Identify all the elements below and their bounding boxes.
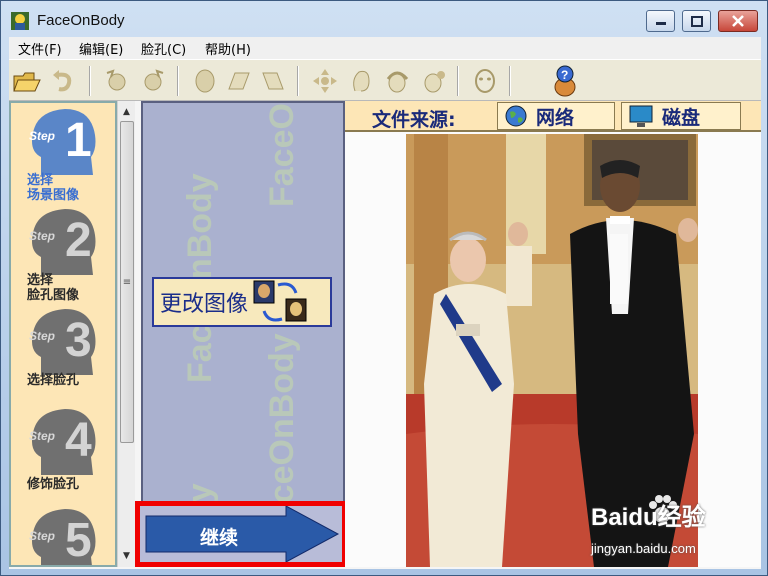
continue-highlight: 继续 — [135, 501, 347, 567]
maximize-button[interactable] — [682, 10, 711, 32]
network-label: 网络 — [536, 106, 575, 129]
disk-label: 磁盘 — [662, 106, 701, 129]
step-word: Step — [29, 529, 56, 543]
toolbar-separator — [509, 66, 511, 96]
face-icon[interactable] — [189, 64, 221, 98]
globe-icon — [505, 105, 527, 127]
step-number: 3 — [65, 314, 92, 367]
file-source-label: 文件来源: — [372, 109, 456, 131]
skew-left-icon[interactable] — [223, 64, 255, 98]
step-label: 修饰脸孔 — [27, 477, 80, 492]
menu-face[interactable]: 脸孔(C) — [141, 39, 186, 58]
disk-source-button[interactable]: 磁盘 — [621, 102, 741, 130]
step-4-retouch-face[interactable]: Step 4 修饰脸孔 — [15, 405, 115, 501]
menu-edit[interactable]: 编辑(E) — [79, 39, 123, 58]
watermark-text: FaceOnBody — [263, 101, 301, 207]
step-word: Step — [29, 329, 56, 343]
baidu-brand: Baidu经验 — [591, 504, 706, 531]
step-3-pick-face[interactable]: Step 3 选择脸孔 — [15, 305, 115, 401]
minimize-button[interactable] — [646, 10, 675, 32]
step-number: 5 — [65, 514, 92, 567]
step-label: 选择 场景图像 — [27, 173, 80, 203]
move-icon[interactable] — [309, 64, 341, 98]
face-outline-icon[interactable] — [345, 64, 377, 98]
swap-images-icon — [253, 280, 307, 322]
steps-panel: Step 1 选择 场景图像 Step 2 选择 脸孔图像 Step 3 选择脸… — [9, 101, 117, 567]
step-number: 4 — [65, 414, 92, 467]
step-word: Step — [29, 229, 56, 243]
faceonbody-app-icon — [10, 11, 30, 31]
face-hair-icon[interactable] — [381, 64, 413, 98]
scroll-down-arrow[interactable]: ▼ — [118, 547, 135, 564]
face-hair-bun-icon[interactable] — [417, 64, 449, 98]
change-image-label: 更改图像 — [160, 292, 249, 317]
close-button[interactable] — [718, 10, 758, 32]
undo-icon[interactable] — [47, 64, 79, 98]
file-source-bar: 文件来源: 网络 磁盘 — [345, 101, 761, 132]
help-icon[interactable]: ? — [549, 64, 581, 98]
scroll-thumb[interactable]: ≡ — [120, 121, 134, 443]
step-number: 1 — [65, 114, 92, 167]
app-window: FaceOnBody 文件(F) 编辑(E) 脸孔(C) 帮助(H) ? Ste… — [0, 0, 768, 576]
steps-scrollbar[interactable]: ▲ ≡ ▼ — [117, 101, 135, 567]
toolbar-separator — [457, 66, 459, 96]
step-2-select-face[interactable]: Step 2 选择 脸孔图像 — [15, 205, 115, 303]
step-number: 2 — [65, 214, 92, 267]
baidu-url: jingyan.baidu.com — [591, 541, 696, 556]
monitor-icon — [629, 105, 653, 127]
toolbar-separator — [89, 66, 91, 96]
minimize-icon — [655, 22, 666, 25]
rotate-right-icon[interactable] — [137, 64, 169, 98]
scroll-up-arrow[interactable]: ▲ — [118, 103, 135, 120]
face-mask-icon[interactable] — [469, 64, 501, 98]
open-folder-icon[interactable] — [11, 64, 43, 98]
rotate-left-icon[interactable] — [101, 64, 133, 98]
menu-bar: 文件(F) 编辑(E) 脸孔(C) 帮助(H) — [9, 37, 761, 59]
skew-right-icon[interactable] — [257, 64, 289, 98]
close-icon — [732, 15, 744, 27]
svg-text:?: ? — [561, 68, 568, 82]
step-label: 选择脸孔 — [27, 373, 80, 388]
menu-help[interactable]: 帮助(H) — [205, 39, 251, 58]
network-source-button[interactable]: 网络 — [497, 102, 615, 130]
change-image-button[interactable]: 更改图像 — [152, 277, 332, 327]
title-bar[interactable]: FaceOnBody — [1, 1, 767, 37]
baidu-watermark: Baidu经验 jingyan.baidu.com — [591, 489, 741, 569]
toolbar-separator — [297, 66, 299, 96]
middle-panel: FaceOnBody FaceOnBody FaceOnBody dy — [141, 101, 345, 567]
toolbar: ? — [9, 59, 761, 101]
step-word: Step — [29, 129, 56, 143]
continue-label: 继续 — [200, 527, 239, 549]
step-5[interactable]: Step 5 — [15, 505, 115, 567]
toolbar-separator — [177, 66, 179, 96]
step-word: Step — [29, 429, 56, 443]
step-label: 选择 脸孔图像 — [27, 273, 80, 303]
step-1-select-scene[interactable]: Step 1 选择 场景图像 — [15, 105, 115, 203]
continue-button[interactable] — [140, 506, 342, 562]
maximize-icon — [690, 15, 703, 27]
window-title: FaceOnBody — [37, 12, 125, 29]
menu-file[interactable]: 文件(F) — [18, 39, 62, 58]
